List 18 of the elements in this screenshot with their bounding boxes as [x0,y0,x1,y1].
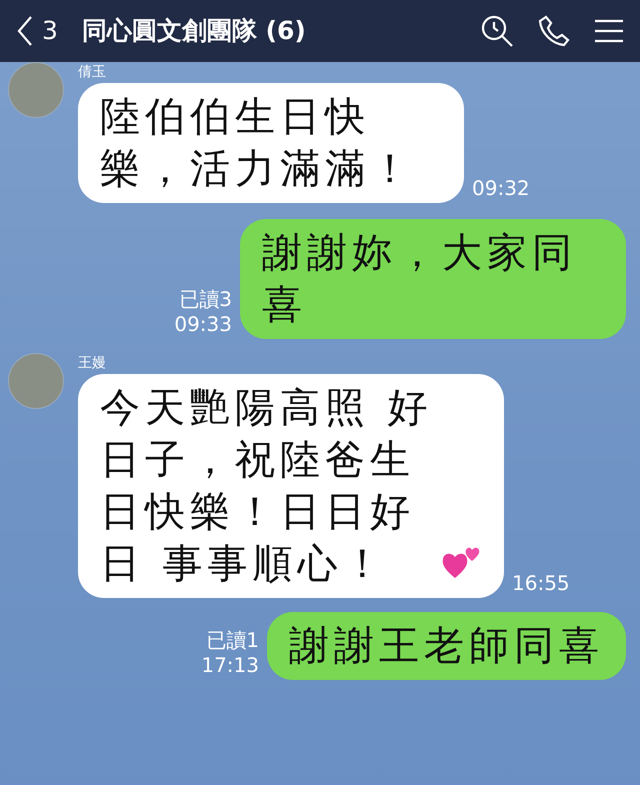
message-time: 09:32 [471,176,531,202]
message-time: 17:13 [201,653,259,678]
phone-icon[interactable] [538,15,570,47]
search-icon[interactable] [480,14,514,48]
chat-title: 同心圓文創團隊 (6) [82,15,306,48]
read-receipt: 已讀1 [205,628,259,653]
sender-name: 倩玉 [78,63,107,82]
menu-icon[interactable] [594,19,624,43]
message-time: 09:33 [174,312,232,337]
sender-name: 王嫚 [78,354,107,373]
message-text: 謝謝王老師同喜 [289,622,604,671]
back-icon[interactable] [16,15,34,47]
read-receipt: 已讀3 [178,287,232,312]
message-time: 16:55 [511,571,571,597]
message-text: 今天艷陽高照 好日子，祝陸爸生日快樂！日日好日 事事順心！ [100,384,434,589]
back-count: 3 [42,15,58,48]
message-text: 謝謝妳，大家同喜 [262,229,578,330]
message-text: 陸伯伯生日快樂，活力滿滿！ [100,93,416,194]
